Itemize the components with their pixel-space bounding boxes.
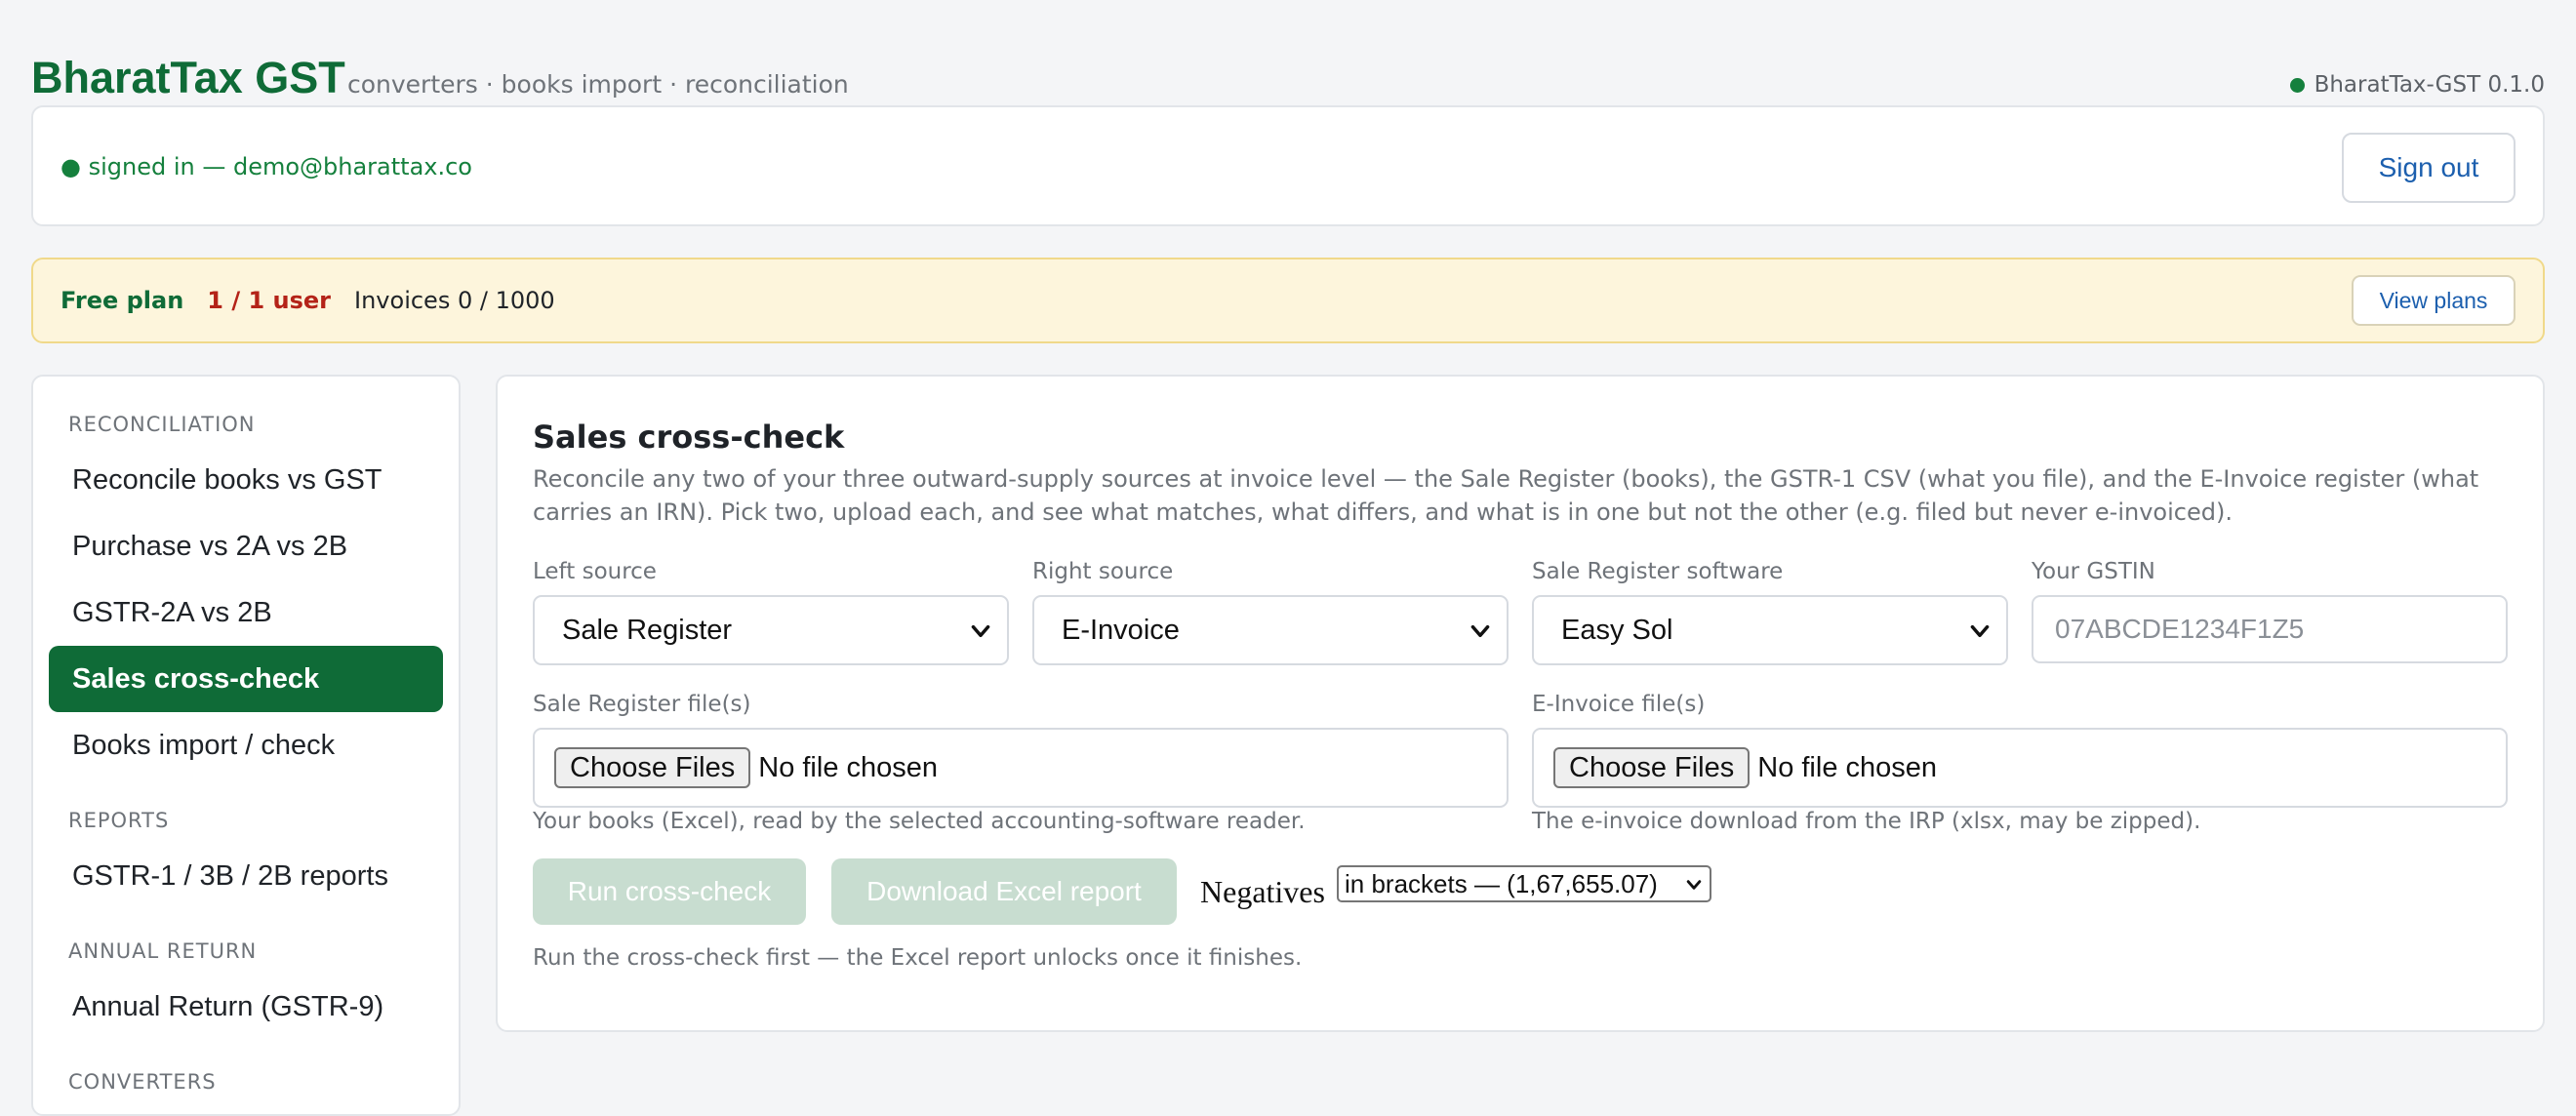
right-file-status: No file chosen	[1757, 751, 1938, 783]
session-card: ● signed in — demo@bharattax.co Sign out	[31, 105, 2545, 226]
chevron-down-icon	[971, 624, 990, 638]
chevron-down-icon	[1970, 624, 1990, 638]
sidebar-item-gstr-2a-2b[interactable]: GSTR-2A vs 2B	[49, 579, 443, 646]
gstin-placeholder: 07ABCDE1234F1Z5	[2055, 614, 2305, 644]
sidebar-item-gstr-reports[interactable]: GSTR-1 / 3B / 2B reports	[49, 843, 443, 909]
page-description: Reconcile any two of your three outward-…	[533, 465, 2479, 526]
page-title: Sales cross-check	[533, 418, 845, 456]
right-source-label: Right source	[1032, 559, 1174, 584]
sidebar-item-purchase-2a-2b[interactable]: Purchase vs 2A vs 2B	[49, 513, 443, 579]
right-upload-label: E-Invoice file(s)	[1532, 692, 1706, 717]
plan-banner: Free plan 1 / 1 user Invoices 0 / 1000 V…	[31, 258, 2545, 343]
left-file-input[interactable]: Choose Files No file chosen	[533, 728, 1509, 808]
view-plans-button[interactable]: View plans	[2352, 275, 2516, 326]
left-upload-label: Sale Register file(s)	[533, 692, 751, 717]
negatives-label: Negatives	[1200, 874, 1325, 909]
software-label: Sale Register software	[1532, 559, 1784, 584]
plan-user-count: 1 / 1 user	[207, 287, 332, 314]
chevron-down-icon	[1470, 624, 1490, 638]
app-title: BharatTax GST	[31, 53, 345, 102]
gstin-input[interactable]: 07ABCDE1234F1Z5	[2032, 595, 2508, 663]
download-excel-button[interactable]: Download Excel report	[831, 858, 1177, 925]
version-text: BharatTax-GST 0.1.0	[2314, 72, 2545, 98]
sign-out-button[interactable]: Sign out	[2342, 133, 2516, 203]
left-upload-hint: Your books (Excel), read by the selected…	[533, 809, 1306, 834]
left-source-value: Sale Register	[562, 614, 733, 646]
signed-in-status: ● signed in — demo@bharattax.co	[60, 153, 472, 180]
sales-cross-check-panel: Sales cross-check Reconcile any two of y…	[496, 375, 2545, 1032]
run-cross-check-button[interactable]: Run cross-check	[533, 858, 806, 925]
right-source-value: E-Invoice	[1062, 614, 1180, 646]
app-tagline: converters · books import · reconciliati…	[347, 70, 849, 99]
right-upload-hint: The e-invoice download from the IRP (xls…	[1532, 809, 2201, 834]
sidebar-section-reconciliation: RECONCILIATION	[68, 413, 256, 436]
right-choose-files-button[interactable]: Choose Files	[1553, 747, 1751, 788]
right-source-select[interactable]: E-Invoice	[1032, 595, 1509, 665]
action-footer-hint: Run the cross-check first — the Excel re…	[533, 945, 1303, 971]
sidebar: RECONCILIATION Reconcile books vs GST Pu…	[31, 375, 461, 1116]
sidebar-item-annual-return[interactable]: Annual Return (GSTR-9)	[49, 974, 443, 1040]
status-dot-icon	[2289, 77, 2305, 93]
gstin-label: Your GSTIN	[2032, 559, 2155, 584]
sidebar-section-annual-return: ANNUAL RETURN	[68, 939, 258, 963]
left-file-status: No file chosen	[758, 751, 939, 783]
software-select[interactable]: Easy Sol	[1532, 595, 2008, 665]
sidebar-section-reports: REPORTS	[68, 809, 170, 832]
plan-invoice-count: Invoices 0 / 1000	[354, 287, 555, 314]
left-choose-files-button[interactable]: Choose Files	[554, 747, 751, 788]
software-value: Easy Sol	[1561, 614, 1673, 646]
sidebar-item-reconcile-books[interactable]: Reconcile books vs GST	[49, 447, 443, 513]
version-badge: BharatTax-GST 0.1.0	[2289, 68, 2545, 101]
sidebar-item-sales-cross-check[interactable]: Sales cross-check	[49, 646, 443, 712]
negatives-select[interactable]: in brackets — (1,67,655.07)	[1337, 865, 1711, 902]
negatives-value: in brackets — (1,67,655.07)	[1345, 868, 1658, 898]
left-source-select[interactable]: Sale Register	[533, 595, 1009, 665]
left-source-label: Left source	[533, 559, 657, 584]
right-file-input[interactable]: Choose Files No file chosen	[1532, 728, 2508, 808]
sidebar-item-books-import[interactable]: Books import / check	[49, 712, 443, 778]
plan-name: Free plan	[60, 287, 184, 314]
chevron-down-icon	[1686, 880, 1702, 890]
